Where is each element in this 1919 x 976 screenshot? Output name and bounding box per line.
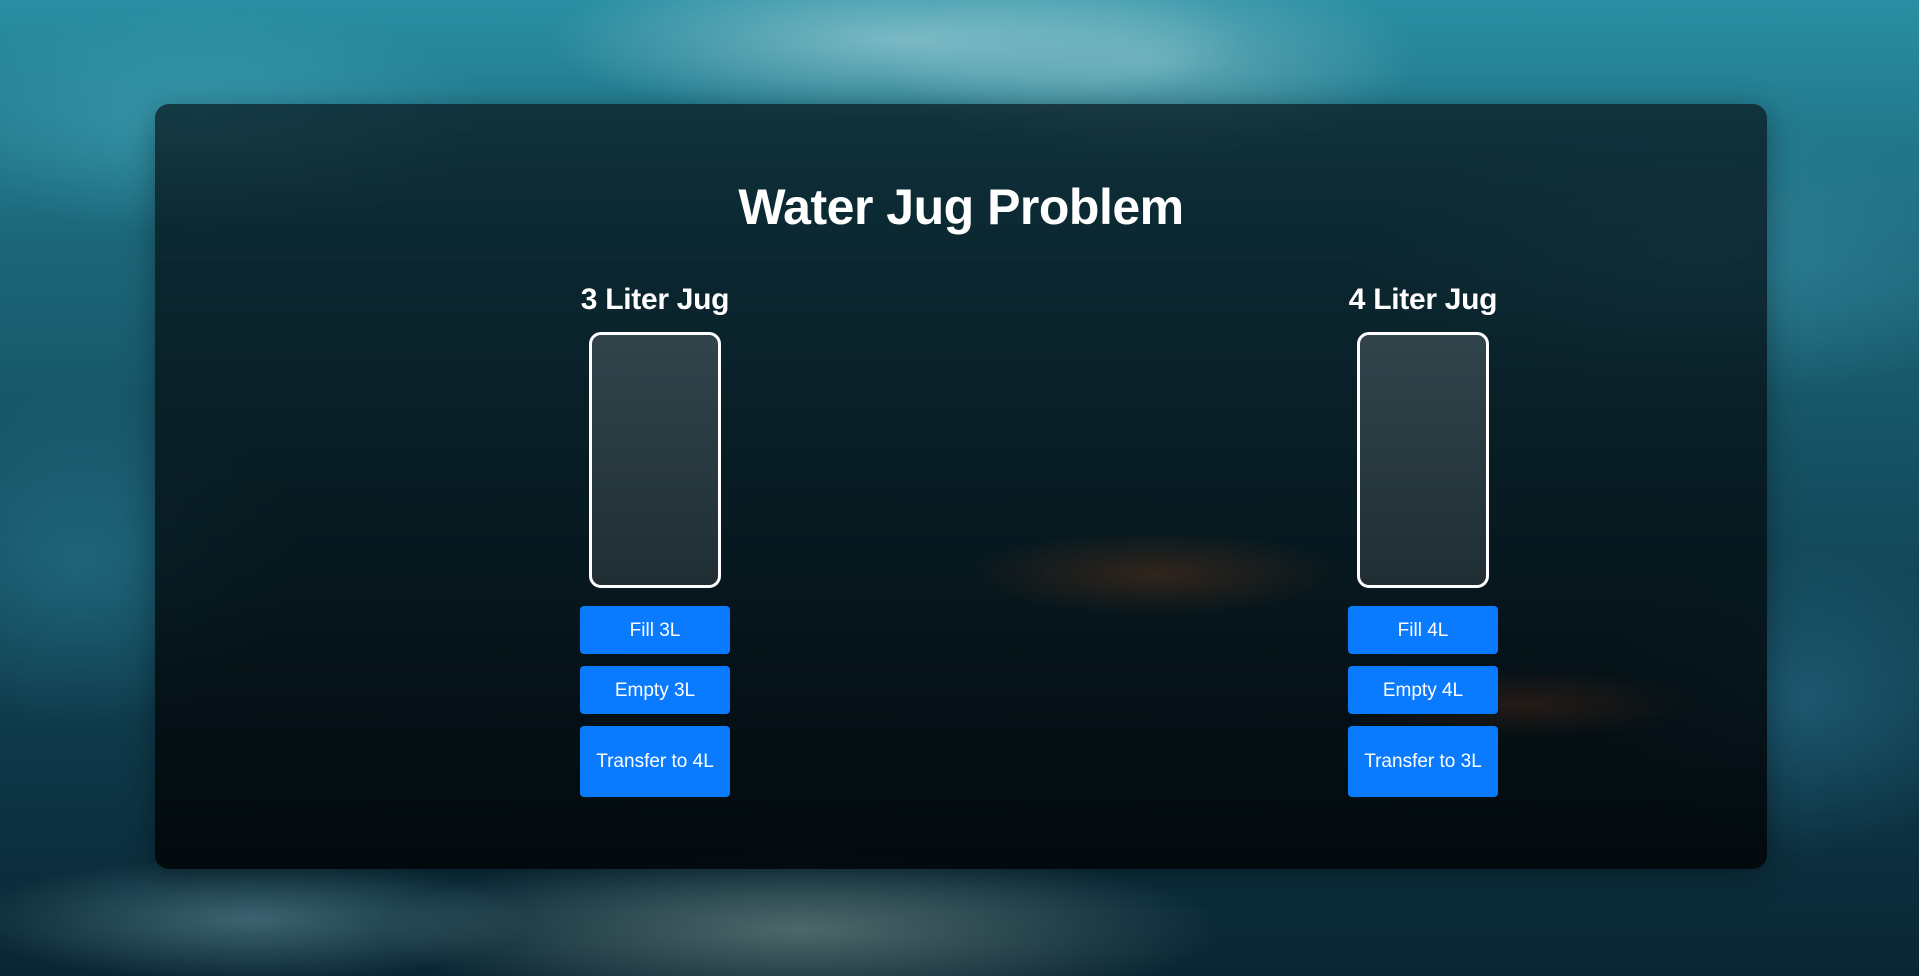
jug-4l-heading: 4 Liter Jug <box>1348 283 1498 316</box>
transfer-to-3l-button[interactable]: Transfer to 3L <box>1348 726 1498 797</box>
jug-4l-column: 4 Liter Jug Fill 4L Empty 4L Transfer to… <box>1343 282 1503 797</box>
fill-3l-button[interactable]: Fill 3L <box>580 606 730 654</box>
page-title: Water Jug Problem <box>738 179 1184 235</box>
empty-4l-button[interactable]: Empty 4L <box>1348 666 1498 714</box>
jug-3l <box>589 332 721 588</box>
empty-3l-button[interactable]: Empty 3L <box>580 666 730 714</box>
fill-4l-button[interactable]: Fill 4L <box>1348 606 1498 654</box>
jug-4l <box>1357 332 1489 588</box>
jug-3l-heading: 3 Liter Jug <box>580 283 730 316</box>
game-panel: Water Jug Problem 3 Liter Jug Fill 3L Em… <box>155 104 1767 869</box>
jug-3l-column: 3 Liter Jug Fill 3L Empty 3L Transfer to… <box>575 282 735 797</box>
transfer-to-4l-button[interactable]: Transfer to 4L <box>580 726 730 797</box>
